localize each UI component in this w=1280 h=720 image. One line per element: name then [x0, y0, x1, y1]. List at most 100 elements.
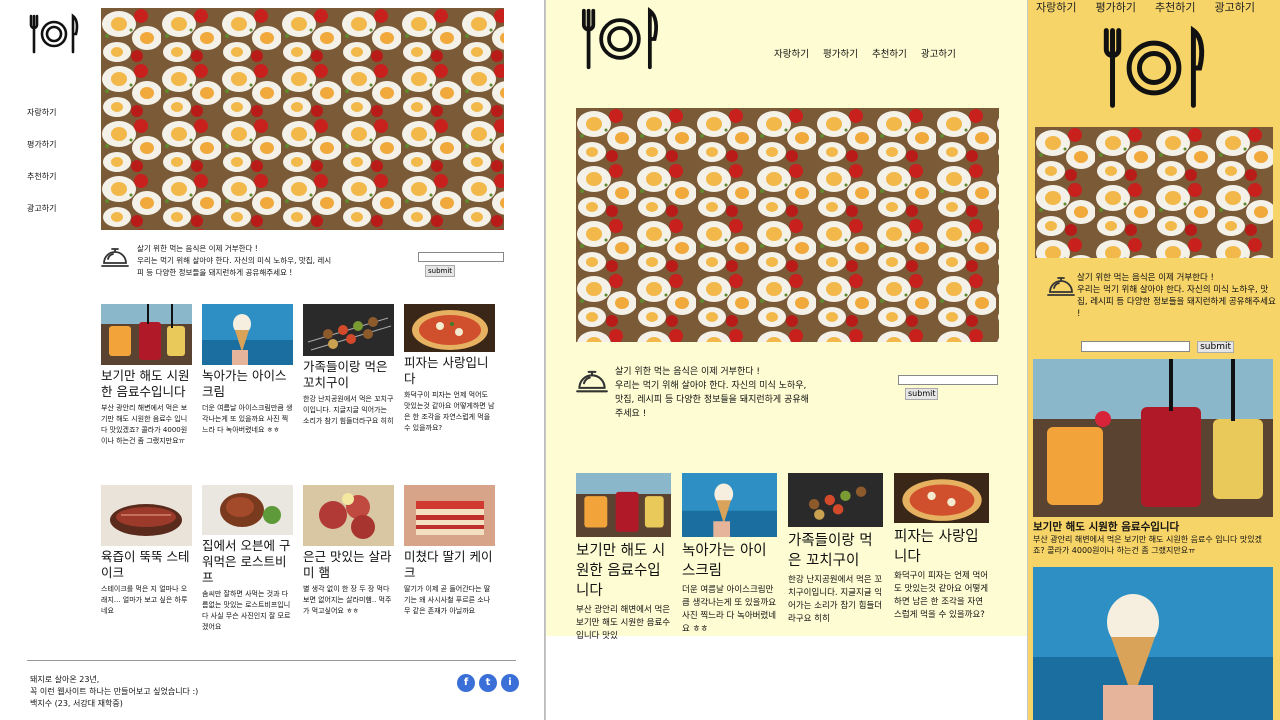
card-salami[interactable]: 은근 맛있는 살라미 햄 별 생각 없이 한 장 두 장 먹다보면 없어지는 살… — [303, 485, 394, 666]
icecream-photo — [202, 304, 293, 365]
cloche-icon — [1047, 272, 1075, 300]
card-title: 은근 맛있는 살라미 햄 — [303, 549, 392, 580]
cloche-icon — [101, 243, 129, 271]
card-drink[interactable]: 보기만 해도 시원한 음료수입니다 부산 광안리 해변에서 먹은 보기만 해도 … — [1033, 359, 1273, 556]
nav-item-advertise[interactable]: 광고하기 — [921, 46, 956, 60]
top-nav: 자랑하기 평가하기 추천하기 광고하기 — [1036, 0, 1255, 15]
nav-item-advertise[interactable]: 광고하기 — [1214, 0, 1254, 15]
search-input[interactable] — [418, 251, 504, 262]
search-input[interactable] — [898, 374, 998, 385]
card-drink[interactable]: 보기만 해도 시원한 음료수입니다 부산 광안리 해변에서 먹은 보기만 해도 … — [576, 473, 671, 643]
nav-item-boast[interactable]: 자랑하기 — [1036, 0, 1076, 15]
card-row: 보기만 해도 시원한 음료수입니다 부산 광안리 해변에서 먹은 보기만 해도 … — [576, 473, 989, 643]
card-body: 더운 여름날 아이스크림만큼 생각나는게 또 있을까요 사진 찍느라 다 녹아버… — [682, 585, 777, 634]
intro-text: 살기 위한 먹는 음식은 이제 거부한다 ! 우리는 먹기 위해 살아야 한다.… — [137, 243, 337, 279]
card-title: 미쳤다 딸기 케이크 — [404, 549, 493, 580]
fork-plate-knife-logo-icon[interactable] — [576, 6, 664, 72]
card-roastbeef[interactable]: 집에서 오븐에 구워먹은 로스트비프 솜씨만 잘하면 사먹는 것과 다름없는 맛… — [202, 485, 293, 666]
intro-line-2: 우리는 먹기 위해 살아야 한다. 자신의 미식 노하우, 맛집, 레시피 등 … — [1077, 285, 1276, 319]
card-title: 피자는 사랑입니다 — [404, 355, 489, 386]
search-form: submit — [898, 367, 998, 400]
drink-photo — [101, 304, 192, 365]
card-body: 스테이크를 먹은 지 얼마나 오래지... 얼마가 보고 싶은 하루네요 — [101, 585, 188, 615]
card-title: 육즙이 뚝뚝 스테이크 — [101, 549, 190, 580]
nav-item-rate[interactable]: 평가하기 — [27, 139, 56, 171]
card-title: 피자는 사랑입니다 — [894, 529, 979, 565]
card-title: 보기만 해도 시원한 음료수입니다 — [576, 543, 666, 599]
hero-eggs-toast-image — [101, 8, 504, 230]
intro-line-2: 우리는 먹기 위해 살아야 한다. 자신의 미식 노하우, 맛집, 레시피 등 … — [615, 381, 809, 419]
social-links: f t i — [457, 674, 519, 692]
submit-button[interactable]: submit — [1197, 341, 1234, 353]
side-nav: 자랑하기 평가하기 추천하기 광고하기 — [27, 107, 56, 235]
pizza-photo — [404, 304, 495, 352]
nav-item-recommend[interactable]: 추천하기 — [1155, 0, 1195, 15]
card-icecream[interactable] — [1033, 567, 1273, 720]
fork-plate-knife-logo-icon[interactable] — [27, 13, 81, 55]
card-icecream[interactable]: 녹아가는 아이스크림 더운 여름날 아이스크림만큼 생각나는게 또 있을까요 사… — [682, 473, 777, 643]
card-body: 한강 난지공원에서 먹은 꼬치구이입니다. 지글지글 익어가는 소리가 참기 힘… — [788, 575, 883, 624]
intro-line-1: 살기 위한 먹는 음식은 이제 거부한다 ! — [137, 244, 258, 253]
card-drink[interactable]: 보기만 해도 시원한 음료수입니다 부산 광안리 해변에서 먹은 보기만 해도 … — [101, 304, 192, 485]
card-cake[interactable]: 미쳤다 딸기 케이크 딸기가 이제 곧 들어간다는 딸기는 왜 사시사철 푸르른… — [404, 485, 495, 666]
card-title: 집에서 오븐에 구워먹은 로스트비프 — [202, 538, 291, 585]
nav-item-recommend[interactable]: 추천하기 — [27, 171, 56, 203]
page-bottom-area — [546, 636, 1027, 720]
mobile-layout-panel: 자랑하기 평가하기 추천하기 광고하기 살기 위한 먹는 음식은 이제 거부한다… — [1028, 0, 1280, 720]
drink-photo — [576, 473, 671, 537]
nav-item-boast[interactable]: 자랑하기 — [27, 107, 56, 139]
search-form: submit — [418, 244, 504, 277]
hero-eggs-toast-image — [576, 108, 999, 342]
submit-button[interactable]: submit — [425, 265, 456, 277]
intro-line-1: 살기 위한 먹는 음식은 이제 거부한다 ! — [615, 367, 760, 377]
drink-photo — [1033, 359, 1273, 517]
icecream-photo — [1033, 567, 1273, 720]
card-body: 부산 광안리 해변에서 먹은 보기만 해도 시원한 음료수 입니다 맛있 — [576, 605, 671, 641]
tablet-layout-panel: 자랑하기 평가하기 추천하기 광고하기 살기 위한 먹는 음식은 이제 거부한다… — [546, 0, 1027, 720]
footer-divider — [27, 660, 516, 661]
skewer-photo — [303, 304, 394, 356]
nav-item-advertise[interactable]: 광고하기 — [27, 203, 56, 235]
cloche-icon — [576, 365, 608, 397]
card-body: 한강 난지공원에서 먹은 꼬치구이입니다. 지글지글 익어가는 소리가 참기 힘… — [303, 395, 394, 425]
top-nav: 자랑하기 평가하기 추천하기 광고하기 — [774, 46, 956, 60]
card-body: 화덕구이 피자는 언제 먹어도 맛있는것 같아요 어떻게하면 남은 한 조각을 … — [894, 571, 989, 620]
card-grid: 보기만 해도 시원한 음료수입니다 부산 광안리 해변에서 먹은 보기만 해도 … — [101, 304, 511, 666]
icecream-photo — [682, 473, 777, 537]
card-skewer[interactable]: 가족들이랑 먹은 꼬치구이 한강 난지공원에서 먹은 꼬치구이입니다. 지글지글… — [788, 473, 883, 643]
twitter-icon[interactable]: t — [479, 674, 497, 692]
intro-section: 살기 위한 먹는 음식은 이제 거부한다 ! 우리는 먹기 위해 살아야 한다.… — [576, 365, 999, 455]
nav-item-boast[interactable]: 자랑하기 — [774, 46, 809, 60]
intro-section: 살기 위한 먹는 음식은 이제 거부한다 ! 우리는 먹기 위해 살아야 한다.… — [1047, 272, 1277, 353]
card-icecream[interactable]: 녹아가는 아이스크림 더운 여름날 아이스크림만큼 생각나는게 또 있을까요 사… — [202, 304, 293, 485]
card-row: 보기만 해도 시원한 음료수입니다 부산 광안리 해변에서 먹은 보기만 해도 … — [101, 304, 511, 485]
card-title: 가족들이랑 먹은 꼬치구이 — [788, 533, 873, 569]
intro-line-2: 우리는 먹기 위해 살아야 한다. 자신의 미식 노하우, 맛집, 레시피 등 … — [137, 256, 332, 277]
instagram-icon[interactable]: i — [501, 674, 519, 692]
submit-button[interactable]: submit — [905, 388, 939, 400]
desktop-layout-panel: 자랑하기 평가하기 추천하기 광고하기 살기 위한 먹는 음식은 이제 거부한다… — [0, 0, 545, 720]
search-input[interactable] — [1081, 341, 1190, 352]
card-title: 보기만 해도 시원한 음료수입니다 — [101, 368, 190, 399]
card-row: 육즙이 뚝뚝 스테이크 스테이크를 먹은 지 얼마나 오래지... 얼마가 보고… — [101, 485, 511, 666]
fork-plate-knife-logo-icon[interactable] — [1098, 24, 1210, 112]
hero-eggs-toast-image — [1035, 127, 1273, 258]
card-body: 화덕구이 피자는 언제 먹어도 맛있는것 같아요 어떻게하면 남은 한 조각을 … — [404, 391, 495, 432]
footer-text: 돼지로 살아온 23년, 꼭 이런 웹사이트 하나는 만들어보고 싶었습니다 :… — [30, 674, 198, 710]
nav-item-recommend[interactable]: 추천하기 — [872, 46, 907, 60]
card-pizza[interactable]: 피자는 사랑입니다 화덕구이 피자는 언제 먹어도 맛있는것 같아요 어떻게하면… — [894, 473, 989, 643]
card-steak[interactable]: 육즙이 뚝뚝 스테이크 스테이크를 먹은 지 얼마나 오래지... 얼마가 보고… — [101, 485, 192, 666]
salami-photo — [303, 485, 394, 546]
facebook-icon[interactable]: f — [457, 674, 475, 692]
card-title: 녹아가는 아이스크림 — [202, 368, 287, 399]
card-pizza[interactable]: 피자는 사랑입니다 화덕구이 피자는 언제 먹어도 맛있는것 같아요 어떻게하면… — [404, 304, 495, 485]
roastbeef-photo — [202, 485, 293, 535]
card-body: 솜씨만 잘하면 사먹는 것과 다름없는 맛있는 로스트비프입니다 사실 무슨 사… — [202, 590, 291, 631]
card-skewer[interactable]: 가족들이랑 먹은 꼬치구이 한강 난지공원에서 먹은 꼬치구이입니다. 지글지글… — [303, 304, 394, 485]
nav-item-rate[interactable]: 평가하기 — [823, 46, 858, 60]
nav-item-rate[interactable]: 평가하기 — [1095, 0, 1135, 15]
card-body: 더운 여름날 아이스크림만큼 생각나는게 또 있을까요 사진 찍느라 다 녹아버… — [202, 404, 293, 434]
skewer-photo — [788, 473, 883, 527]
cake-photo — [404, 485, 495, 546]
intro-line-1: 살기 위한 먹는 음식은 이제 거부한다 ! — [1077, 273, 1214, 283]
